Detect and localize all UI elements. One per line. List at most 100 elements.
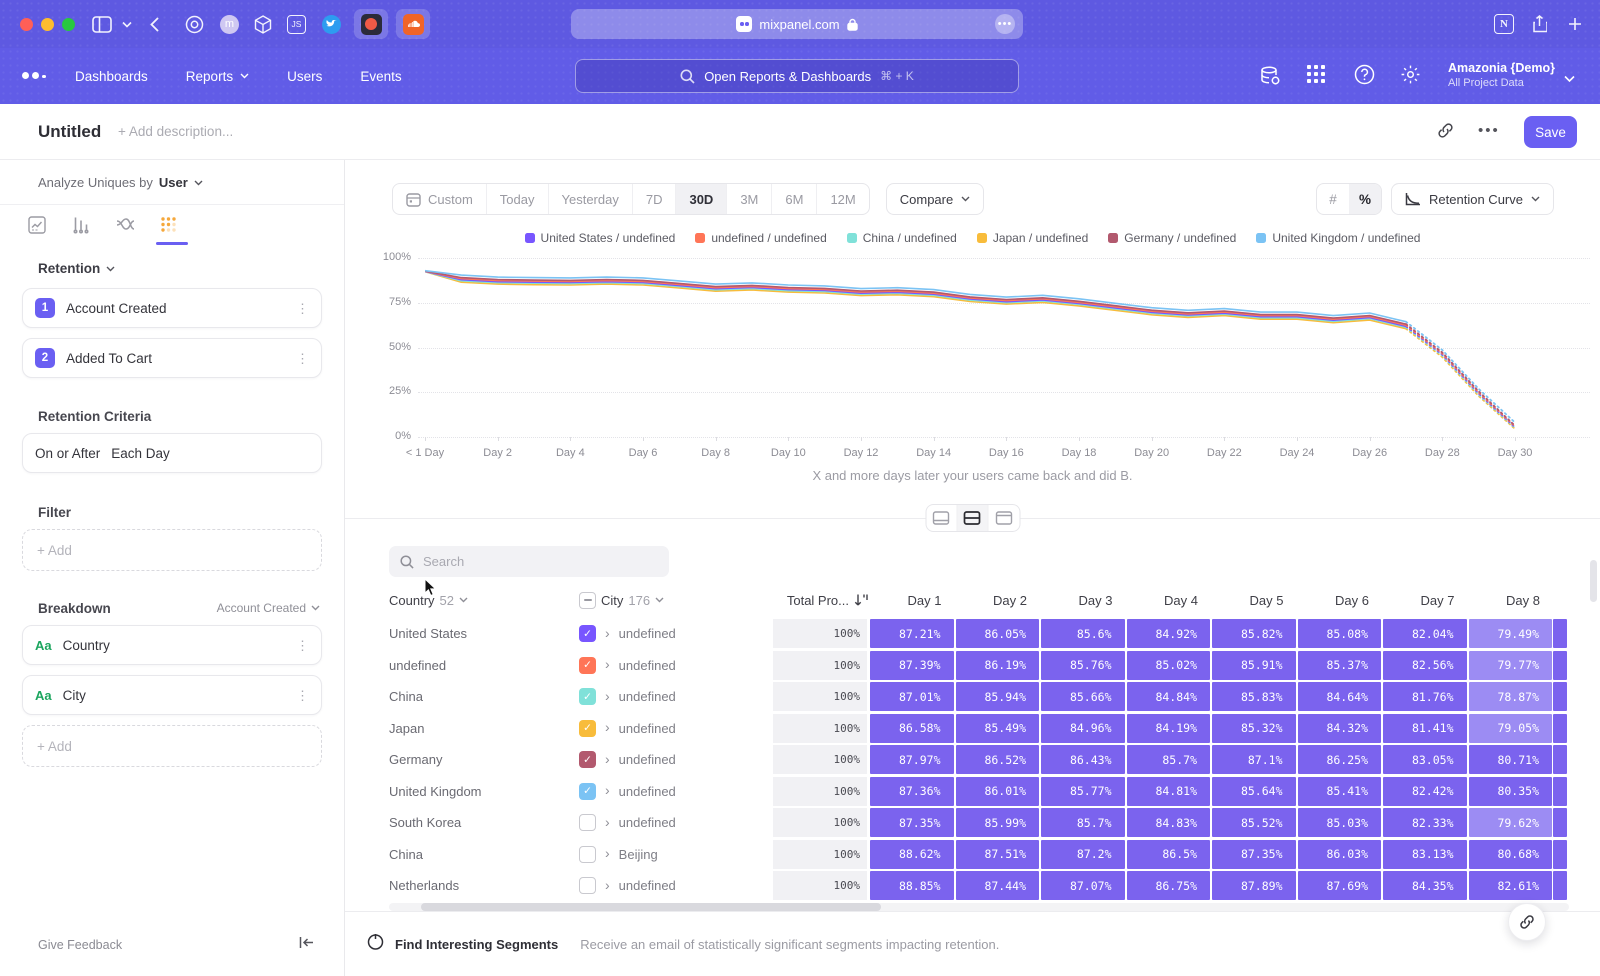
cell-retention-value[interactable]: 86.58% xyxy=(870,714,954,743)
table-row[interactable]: United States✓›undefined100%87.21%86.05%… xyxy=(389,618,1579,650)
global-search-button[interactable]: Open Reports & Dashboards ⌘ + K xyxy=(575,59,1019,93)
copy-link-icon[interactable] xyxy=(1437,122,1454,144)
tab-funnels[interactable] xyxy=(70,212,92,238)
criteria-card[interactable]: On or After Each Day xyxy=(22,433,322,473)
cell-retention-value[interactable]: 84.96% xyxy=(1041,714,1125,743)
cell-retention-value[interactable]: 87.35% xyxy=(870,808,954,837)
cell-retention-value[interactable]: 85.77% xyxy=(1041,777,1125,806)
layout-split-button[interactable] xyxy=(957,505,988,531)
cell-retention-value[interactable]: 87.89% xyxy=(1212,871,1296,900)
more-options-icon[interactable]: ••• xyxy=(1478,122,1500,139)
retention-step-2[interactable]: 2Added To Cart⋮ xyxy=(22,338,322,378)
cell-retention-value[interactable]: 86.19% xyxy=(956,651,1040,680)
retention-step-1[interactable]: 1Account Created⋮ xyxy=(22,288,322,328)
add-breakdown-button[interactable]: + Add xyxy=(22,725,322,767)
column-header-total[interactable]: Total Pro... xyxy=(759,593,869,608)
cell-retention-value[interactable]: 84.19% xyxy=(1127,714,1211,743)
expand-row-icon[interactable]: › xyxy=(605,752,610,766)
new-tab-icon[interactable] xyxy=(1568,12,1582,36)
cell-retention-value[interactable]: 85.64% xyxy=(1212,777,1296,806)
column-header-day-2[interactable]: Day 2 xyxy=(955,593,1041,608)
give-feedback-link[interactable]: Give Feedback xyxy=(38,938,122,952)
cell-retention-value[interactable]: 80.68% xyxy=(1469,840,1553,869)
range-3m[interactable]: 3M xyxy=(727,184,772,214)
cell-retention-value[interactable]: 85.82% xyxy=(1212,619,1296,648)
criteria-on-or-after[interactable]: On or After xyxy=(35,446,100,461)
range-30d[interactable]: 30D xyxy=(676,184,727,214)
cell-retention-value[interactable]: 81.41% xyxy=(1383,714,1467,743)
traffic-light-minimize[interactable] xyxy=(41,18,54,31)
tab-insights[interactable] xyxy=(26,212,48,238)
cell-retention-value[interactable]: 79.49% xyxy=(1469,619,1553,648)
cell-retention-value[interactable]: 84.35% xyxy=(1383,871,1467,900)
expand-row-icon[interactable]: › xyxy=(605,657,610,671)
more-options-icon[interactable]: ⋮ xyxy=(296,639,309,652)
cell-retention-value[interactable]: 85.76% xyxy=(1041,651,1125,680)
legend-item[interactable]: undefined / undefined xyxy=(695,231,826,245)
range-yesterday[interactable]: Yesterday xyxy=(549,184,633,214)
column-header-day-6[interactable]: Day 6 xyxy=(1297,593,1383,608)
row-checkbox[interactable]: ✓ xyxy=(579,783,596,800)
cell-retention-value[interactable]: 82.56% xyxy=(1383,651,1467,680)
cell-retention-value[interactable]: 87.35% xyxy=(1212,840,1296,869)
help-icon[interactable] xyxy=(1354,64,1375,90)
absolute-numbers-button[interactable]: # xyxy=(1317,184,1349,214)
layout-chart-only-button[interactable] xyxy=(926,505,957,531)
sidebar-toggle-icon[interactable] xyxy=(92,12,112,36)
percent-button[interactable]: % xyxy=(1349,184,1381,214)
vertical-scrollbar-thumb[interactable] xyxy=(1590,560,1597,602)
range-12m[interactable]: 12M xyxy=(817,184,868,214)
cell-retention-value[interactable]: 78.87% xyxy=(1469,682,1553,711)
column-header-country[interactable]: Country52 xyxy=(389,593,579,608)
table-row[interactable]: undefined✓›undefined100%87.39%86.19%85.7… xyxy=(389,650,1579,682)
extension-soundcloud-icon[interactable] xyxy=(396,9,430,39)
horizontal-scrollbar-thumb[interactable] xyxy=(421,903,881,911)
expand-row-icon[interactable]: › xyxy=(605,878,610,892)
range-custom[interactable]: Custom xyxy=(393,184,487,214)
range-7d[interactable]: 7D xyxy=(633,184,677,214)
expand-row-icon[interactable]: › xyxy=(605,815,610,829)
extension-bird-icon[interactable] xyxy=(322,12,341,36)
cell-retention-value[interactable]: 85.49% xyxy=(956,714,1040,743)
chart-type-selector[interactable]: Retention Curve xyxy=(1391,183,1554,215)
share-link-button[interactable] xyxy=(1508,903,1546,941)
nav-item-dashboards[interactable]: Dashboards xyxy=(75,69,148,84)
cell-retention-value[interactable]: 85.37% xyxy=(1298,651,1382,680)
cell-retention-value[interactable]: 82.61% xyxy=(1469,871,1553,900)
table-row[interactable]: China✓›undefined100%87.01%85.94%85.66%84… xyxy=(389,681,1579,713)
expand-row-icon[interactable]: › xyxy=(605,626,610,640)
cell-retention-value[interactable]: 85.66% xyxy=(1041,682,1125,711)
cell-retention-value[interactable]: 80.71% xyxy=(1469,745,1553,774)
nav-item-events[interactable]: Events xyxy=(360,69,401,84)
legend-item[interactable]: United Kingdom / undefined xyxy=(1256,231,1420,245)
cell-retention-value[interactable]: 82.33% xyxy=(1383,808,1467,837)
cell-retention-value[interactable]: 86.25% xyxy=(1298,745,1382,774)
add-filter-button[interactable]: + Add xyxy=(22,529,322,571)
cell-retention-value[interactable]: 87.21% xyxy=(870,619,954,648)
tab-flows[interactable] xyxy=(114,212,136,238)
back-icon[interactable] xyxy=(150,12,159,36)
row-checkbox[interactable]: ✓ xyxy=(579,657,596,674)
address-bar[interactable]: mixpanel.com ••• xyxy=(571,9,1023,39)
row-checkbox[interactable] xyxy=(579,814,596,831)
data-management-icon[interactable] xyxy=(1258,64,1282,93)
table-search-input[interactable] xyxy=(423,554,643,569)
cell-retention-value[interactable]: 86.75% xyxy=(1127,871,1211,900)
table-row[interactable]: Netherlands›undefined100%88.85%87.44%87.… xyxy=(389,870,1579,902)
cell-retention-value[interactable]: 84.64% xyxy=(1298,682,1382,711)
cell-retention-value[interactable]: 87.2% xyxy=(1041,840,1125,869)
table-row[interactable]: China›Beijing100%88.62%87.51%87.2%86.5%8… xyxy=(389,839,1579,871)
cell-retention-value[interactable]: 79.05% xyxy=(1469,714,1553,743)
add-description[interactable]: + Add description... xyxy=(118,124,233,139)
more-options-icon[interactable]: ⋮ xyxy=(296,689,309,702)
layout-table-only-button[interactable] xyxy=(988,505,1019,531)
cell-retention-value[interactable]: 86.03% xyxy=(1298,840,1382,869)
analyze-value[interactable]: User xyxy=(159,175,188,190)
cell-retention-value[interactable]: 84.83% xyxy=(1127,808,1211,837)
nav-item-reports[interactable]: Reports xyxy=(186,69,249,84)
criteria-each-day[interactable]: Each Day xyxy=(111,446,309,461)
row-checkbox[interactable] xyxy=(579,846,596,863)
cell-retention-value[interactable]: 87.97% xyxy=(870,745,954,774)
expand-row-icon[interactable]: › xyxy=(605,720,610,734)
cell-retention-value[interactable]: 86.05% xyxy=(956,619,1040,648)
